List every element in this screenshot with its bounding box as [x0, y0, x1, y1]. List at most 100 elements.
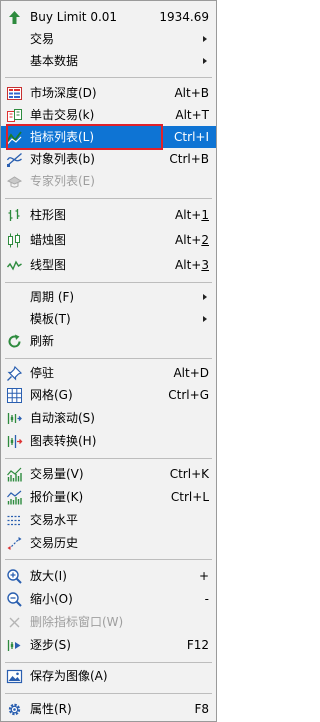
menu-item-shortcut: Alt+3	[175, 258, 209, 272]
menu-item-label: 删除指标窗口(W)	[30, 615, 124, 629]
menu-item-label: 蜡烛图	[30, 233, 67, 247]
expert-list-icon	[6, 173, 23, 190]
chart-shift-icon	[6, 433, 23, 450]
menu-item-label: 基本数据	[30, 54, 79, 68]
depth-of-market-icon	[6, 85, 23, 102]
trade-history-icon	[6, 535, 23, 552]
menu-item-shortcut: Alt+T	[175, 108, 209, 122]
menu-item-shortcut: F8	[194, 702, 209, 716]
menu-item-properties[interactable]: 属性(R) F8	[1, 698, 216, 720]
menu-item-label: 放大(I)	[30, 569, 67, 583]
menu-item-label: 交易水平	[30, 513, 79, 527]
menu-item-autoscroll[interactable]: 自动滚动(S)	[1, 407, 216, 429]
menu-item-trade-levels[interactable]: 交易水平	[1, 509, 216, 531]
separator	[5, 77, 212, 78]
menu-item-shortcut: F12	[186, 638, 209, 652]
one-click-trading-icon	[6, 107, 23, 124]
menu-item-label: 专家列表(E)	[30, 174, 95, 188]
trade-levels-icon	[6, 512, 23, 529]
zoom-in-icon	[6, 568, 23, 585]
menu-item-zoom-out[interactable]: 缩小(O) -	[1, 588, 216, 610]
menu-item-shortcut: -	[204, 592, 209, 606]
volumes-icon	[6, 466, 23, 483]
menu-item-volumes[interactable]: 交易量(V) Ctrl+K	[1, 463, 216, 485]
menu-item-label: 模板(T)	[30, 312, 71, 326]
menu-item-delete-indicator-window[interactable]: 删除指标窗口(W)	[1, 611, 216, 633]
save-picture-icon	[6, 668, 23, 685]
menu-item-trade-history[interactable]: 交易历史	[1, 532, 216, 554]
menu-item-label: 交易量(V)	[30, 467, 84, 481]
menu-item-shortcut: Alt+D	[173, 366, 209, 380]
context-menu: Buy Limit 0.01 1934.69 交易 基本数据 市场深度(D) A…	[0, 0, 217, 722]
buy-limit-icon	[6, 9, 23, 26]
menu-item-dock[interactable]: 停驻 Alt+D	[1, 362, 216, 384]
submenu-arrow-icon	[203, 316, 207, 322]
menu-item-buy-limit[interactable]: Buy Limit 0.01 1934.69	[1, 6, 216, 28]
submenu-arrow-icon	[203, 36, 207, 42]
pin-icon	[6, 365, 23, 382]
object-list-icon	[6, 151, 23, 168]
autoscroll-icon	[6, 410, 23, 427]
menu-item-refresh[interactable]: 刷新	[1, 330, 216, 352]
menu-item-label: Buy Limit 0.01	[30, 10, 118, 24]
menu-item-expert-list[interactable]: 专家列表(E)	[1, 170, 216, 192]
menu-item-object-list[interactable]: 对象列表(b) Ctrl+B	[1, 148, 216, 170]
menu-item-bar-chart[interactable]: 柱形图 Alt+1	[1, 204, 216, 226]
refresh-icon	[6, 333, 23, 350]
menu-item-label: 报价量(K)	[30, 490, 84, 504]
menu-item-tick-volumes[interactable]: 报价量(K) Ctrl+L	[1, 486, 216, 508]
line-chart-icon	[6, 257, 23, 274]
menu-item-trading[interactable]: 交易	[1, 28, 216, 50]
separator	[5, 198, 212, 199]
menu-item-grid[interactable]: 网格(G) Ctrl+G	[1, 384, 216, 406]
menu-item-label: 网格(G)	[30, 388, 73, 402]
menu-item-chart-shift[interactable]: 图表转换(H)	[1, 430, 216, 452]
menu-item-label: 交易历史	[30, 536, 79, 550]
menu-item-candlesticks[interactable]: 蜡烛图 Alt+2	[1, 229, 216, 251]
menu-item-template[interactable]: 模板(T)	[1, 308, 216, 330]
menu-item-label: 周期 (F)	[30, 290, 75, 304]
menu-item-label: 单击交易(k)	[30, 108, 95, 122]
menu-item-shortcut: Alt+B	[174, 86, 209, 100]
menu-item-shortcut: Alt+1	[175, 208, 209, 222]
grid-icon	[6, 387, 23, 404]
menu-item-label: 市场深度(D)	[30, 86, 97, 100]
menu-item-depth-of-market[interactable]: 市场深度(D) Alt+B	[1, 82, 216, 104]
separator	[5, 358, 212, 359]
menu-item-label: 刷新	[30, 334, 55, 348]
menu-item-one-click-trading[interactable]: 单击交易(k) Alt+T	[1, 104, 216, 126]
menu-item-label: 逐步(S)	[30, 638, 71, 652]
indicator-list-icon	[6, 129, 23, 146]
candlestick-icon	[6, 232, 23, 249]
menu-item-label: 缩小(O)	[30, 592, 73, 606]
menu-item-shortcut: Ctrl+L	[170, 490, 209, 504]
menu-item-shortcut: Ctrl+I	[174, 130, 209, 144]
menu-item-label: 交易	[30, 32, 55, 46]
submenu-arrow-icon	[203, 58, 207, 64]
separator	[5, 693, 212, 694]
menu-item-zoom-in[interactable]: 放大(I) +	[1, 565, 216, 587]
menu-item-label: 图表转换(H)	[30, 434, 97, 448]
tick-volumes-icon	[6, 489, 23, 506]
menu-item-label: 自动滚动(S)	[30, 411, 95, 425]
menu-item-step[interactable]: 逐步(S) F12	[1, 634, 216, 656]
menu-item-label: 属性(R)	[30, 702, 72, 716]
separator	[5, 282, 212, 283]
menu-item-indicator-list[interactable]: 指标列表(L) Ctrl+I	[1, 126, 216, 148]
properties-icon	[6, 701, 23, 718]
close-icon	[6, 614, 23, 631]
menu-item-label: 保存为图像(A)	[30, 669, 108, 683]
menu-item-period[interactable]: 周期 (F)	[1, 286, 216, 308]
menu-item-label: 柱形图	[30, 208, 67, 222]
bar-chart-icon	[6, 207, 23, 224]
menu-item-line-chart[interactable]: 线型图 Alt+3	[1, 254, 216, 276]
menu-item-shortcut: Ctrl+K	[169, 467, 209, 481]
menu-item-shortcut: Ctrl+G	[168, 388, 209, 402]
buy-limit-price: 1934.69	[159, 10, 209, 24]
separator	[5, 559, 212, 560]
zoom-out-icon	[6, 591, 23, 608]
menu-item-label: 线型图	[30, 258, 67, 272]
menu-item-fundamentals[interactable]: 基本数据	[1, 50, 216, 72]
menu-item-shortcut: +	[198, 569, 209, 583]
menu-item-save-as-picture[interactable]: 保存为图像(A)	[1, 665, 216, 687]
